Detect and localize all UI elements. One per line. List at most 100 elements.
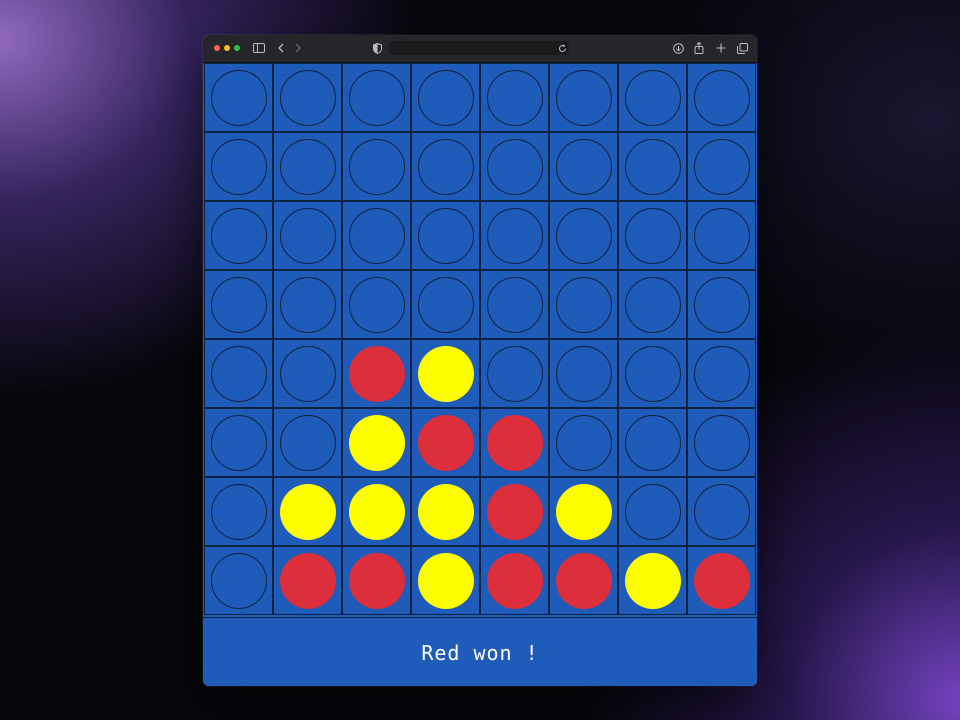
- board-cell[interactable]: [687, 477, 756, 546]
- board-cell[interactable]: [342, 270, 411, 339]
- board-cell[interactable]: [687, 63, 756, 132]
- board-cell[interactable]: [687, 270, 756, 339]
- board-cell[interactable]: [618, 201, 687, 270]
- board-cell[interactable]: [687, 132, 756, 201]
- minimize-window-button[interactable]: [224, 45, 230, 51]
- empty-slot: [349, 208, 405, 264]
- board-cell[interactable]: [342, 201, 411, 270]
- board-cell[interactable]: [549, 63, 618, 132]
- board-cell[interactable]: [480, 477, 549, 546]
- board-cell[interactable]: [342, 339, 411, 408]
- empty-slot: [556, 70, 612, 126]
- empty-slot: [280, 208, 336, 264]
- board-cell[interactable]: [549, 201, 618, 270]
- board-cell[interactable]: [687, 408, 756, 477]
- board-cell[interactable]: [273, 408, 342, 477]
- board-cell[interactable]: [411, 339, 480, 408]
- empty-slot: [694, 484, 750, 540]
- board-cell[interactable]: [618, 546, 687, 615]
- board-cell[interactable]: [342, 408, 411, 477]
- board-cell[interactable]: [618, 408, 687, 477]
- share-icon[interactable]: [692, 41, 706, 55]
- board-cell[interactable]: [411, 201, 480, 270]
- tabs-overview-icon[interactable]: [735, 41, 749, 55]
- board-cell[interactable]: [204, 546, 273, 615]
- empty-slot: [280, 415, 336, 471]
- board-cell[interactable]: [549, 339, 618, 408]
- board-cell[interactable]: [411, 477, 480, 546]
- forward-icon[interactable]: [291, 41, 305, 55]
- board-cell[interactable]: [480, 201, 549, 270]
- empty-slot: [694, 346, 750, 402]
- sidebar-icon[interactable]: [252, 41, 266, 55]
- board-cell[interactable]: [549, 270, 618, 339]
- board-cell[interactable]: [687, 339, 756, 408]
- zoom-window-button[interactable]: [234, 45, 240, 51]
- board-cell[interactable]: [480, 408, 549, 477]
- board-cell[interactable]: [687, 201, 756, 270]
- board-cell[interactable]: [342, 477, 411, 546]
- red-disc: [487, 484, 543, 540]
- address-bar[interactable]: [389, 41, 569, 55]
- board-cell[interactable]: [549, 477, 618, 546]
- board-cell[interactable]: [411, 132, 480, 201]
- board-cell[interactable]: [342, 63, 411, 132]
- board-cell[interactable]: [342, 546, 411, 615]
- board-cell[interactable]: [618, 132, 687, 201]
- board-cell[interactable]: [204, 132, 273, 201]
- empty-slot: [694, 415, 750, 471]
- yellow-disc: [418, 484, 474, 540]
- board-cell[interactable]: [480, 132, 549, 201]
- empty-slot: [211, 346, 267, 402]
- board-cell[interactable]: [411, 270, 480, 339]
- empty-slot: [487, 277, 543, 333]
- board-cell[interactable]: [204, 201, 273, 270]
- empty-slot: [556, 139, 612, 195]
- board-cell[interactable]: [204, 477, 273, 546]
- board-cell[interactable]: [480, 339, 549, 408]
- reload-icon[interactable]: [555, 41, 569, 55]
- board-cell[interactable]: [204, 339, 273, 408]
- board-cell[interactable]: [618, 63, 687, 132]
- board-cell[interactable]: [549, 408, 618, 477]
- board-cell[interactable]: [618, 270, 687, 339]
- board-cell[interactable]: [618, 339, 687, 408]
- board-cell[interactable]: [411, 546, 480, 615]
- board-cell[interactable]: [204, 63, 273, 132]
- board-cell[interactable]: [273, 546, 342, 615]
- board-cell[interactable]: [549, 546, 618, 615]
- board-cell[interactable]: [273, 63, 342, 132]
- empty-slot: [487, 346, 543, 402]
- browser-window: Red won !: [203, 35, 757, 686]
- board-cell[interactable]: [204, 408, 273, 477]
- empty-slot: [556, 415, 612, 471]
- red-disc: [349, 553, 405, 609]
- yellow-disc: [349, 415, 405, 471]
- board-cell[interactable]: [480, 270, 549, 339]
- board-cell[interactable]: [273, 477, 342, 546]
- back-icon[interactable]: [274, 41, 288, 55]
- empty-slot: [211, 553, 267, 609]
- board-cell[interactable]: [204, 270, 273, 339]
- empty-slot: [694, 277, 750, 333]
- red-disc: [694, 553, 750, 609]
- board-cell[interactable]: [273, 339, 342, 408]
- empty-slot: [280, 346, 336, 402]
- board-cell[interactable]: [549, 132, 618, 201]
- board-cell[interactable]: [411, 408, 480, 477]
- new-tab-icon[interactable]: [714, 41, 728, 55]
- board-cell[interactable]: [342, 132, 411, 201]
- empty-slot: [487, 139, 543, 195]
- board-cell[interactable]: [687, 546, 756, 615]
- empty-slot: [349, 277, 405, 333]
- board-cell[interactable]: [480, 546, 549, 615]
- board-cell[interactable]: [273, 201, 342, 270]
- board-cell[interactable]: [273, 132, 342, 201]
- close-window-button[interactable]: [214, 45, 220, 51]
- empty-slot: [556, 346, 612, 402]
- board-cell[interactable]: [411, 63, 480, 132]
- board-cell[interactable]: [273, 270, 342, 339]
- download-icon[interactable]: [671, 41, 685, 55]
- board-cell[interactable]: [480, 63, 549, 132]
- board-cell[interactable]: [618, 477, 687, 546]
